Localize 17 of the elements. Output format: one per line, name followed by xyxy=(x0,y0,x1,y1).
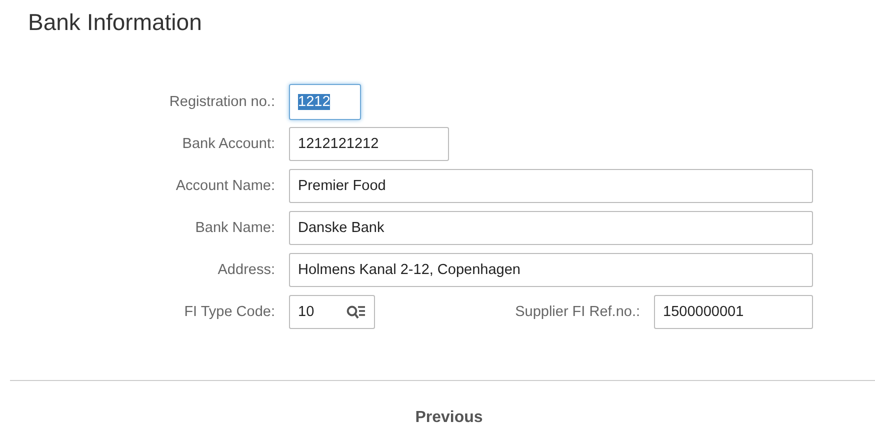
input-field[interactable]: Holmens Kanal 2-12, Copenhagen xyxy=(289,253,813,287)
input-field[interactable]: 1500000001 xyxy=(654,295,813,329)
search-list-icon[interactable] xyxy=(346,304,366,320)
input-field[interactable]: Premier Food xyxy=(289,169,813,203)
field-label: Bank Account: xyxy=(181,136,276,152)
field-label: FI Type Code: xyxy=(183,304,276,320)
input-field[interactable]: Danske Bank xyxy=(289,211,813,245)
section-title: Bank Information xyxy=(27,8,203,37)
field-label: Bank Name: xyxy=(194,220,276,236)
field-label: Supplier FI Ref.no.: xyxy=(514,304,641,320)
input-field[interactable]: 1212121212 xyxy=(289,127,449,161)
input-field[interactable]: 10 xyxy=(289,295,375,329)
field-label: Account Name: xyxy=(174,178,276,194)
previous-button[interactable]: Previous xyxy=(411,407,487,429)
field-label: Registration no.: xyxy=(168,94,276,110)
field-label: Address: xyxy=(216,262,276,278)
input-field[interactable]: 1212 xyxy=(289,84,361,120)
